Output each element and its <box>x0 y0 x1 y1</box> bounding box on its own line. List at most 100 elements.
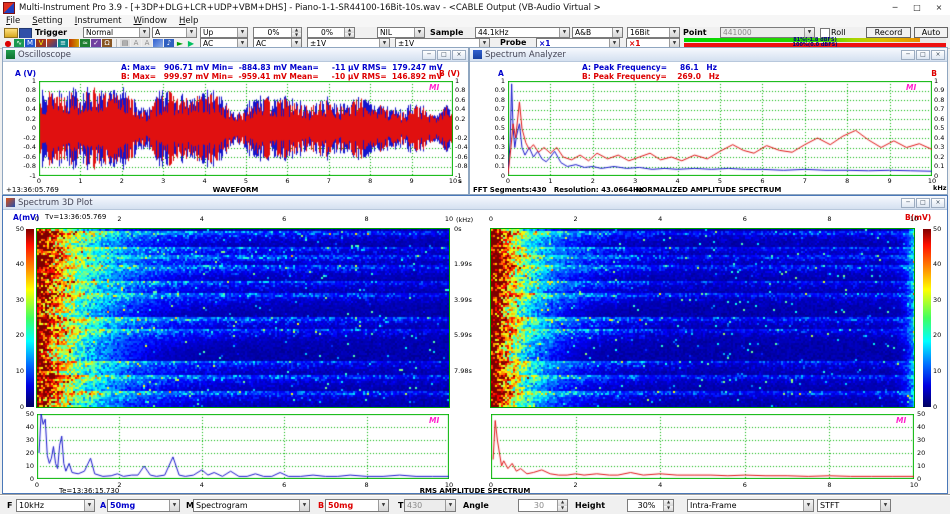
panel-close-icon[interactable]: × <box>452 50 466 60</box>
maximize-icon[interactable]: □ <box>906 1 928 15</box>
chevron-down-icon: ▼ <box>414 28 424 37</box>
chevron-down-icon: ▼ <box>291 39 301 47</box>
traces-label: T <box>398 500 403 512</box>
chevron-down-icon: ▼ <box>803 500 813 511</box>
trigger-hpf-select[interactable]: NIL▼ <box>377 27 425 38</box>
x-unit-label: s <box>458 178 462 185</box>
trigger-mode-select[interactable]: Normal▼ <box>83 27 150 38</box>
panel-maximize-icon[interactable]: □ <box>916 50 930 60</box>
sample-rate-select[interactable]: 44.1kHz▼ <box>475 27 570 38</box>
spectrum-analyzer-title-bar[interactable]: Spectrum Analyzer ─ □ × <box>470 48 947 62</box>
tick-label: 5 <box>244 178 248 185</box>
rms-axis-label: RMS AMPLITUDE SPECTRUM <box>3 487 947 495</box>
menu-item-help[interactable]: Help <box>173 15 204 27</box>
point-label: Point <box>683 27 707 38</box>
open-file-icon[interactable] <box>4 28 18 38</box>
tick-label: 0.7 <box>495 106 505 113</box>
rms-spectrum-b[interactable] <box>491 414 914 479</box>
trigger-source-select[interactable]: A▼ <box>152 27 197 38</box>
chevron-down-icon: ▼ <box>559 28 569 37</box>
mi-logo: MI <box>906 83 916 92</box>
tick-label: 0.6 <box>495 116 505 123</box>
tick-label: 0s <box>454 226 462 233</box>
tick-label: 0 <box>30 476 34 483</box>
record-button[interactable]: Record <box>866 27 911 38</box>
tick-label: 8 <box>365 216 369 223</box>
trigger-level-stepper[interactable]: 0%▲▼ <box>253 27 302 38</box>
oscilloscope-plot[interactable] <box>39 81 453 176</box>
oscilloscope-panel: Oscilloscope ─ □ × A: Max= 906.71 mV Min… <box>2 47 469 195</box>
tick-label: 40 <box>933 261 941 268</box>
panel-minimize-icon[interactable]: ─ <box>901 198 915 208</box>
chevron-down-icon: ▼ <box>237 28 247 37</box>
tick-label: 8 <box>368 178 372 185</box>
spectrum-3d-panel: Spectrum 3D Plot ─ □ × A(mV) Tv=13:36:05… <box>2 195 948 494</box>
tick-label: 0.8 <box>934 97 944 104</box>
tick-label: 40 <box>26 424 34 431</box>
panel-minimize-icon[interactable]: ─ <box>422 50 436 60</box>
spectrogram-b[interactable] <box>491 229 914 407</box>
tick-label: 20 <box>16 332 24 339</box>
tick-label: -0.6 <box>23 154 36 161</box>
frame-mode-select[interactable]: Intra-Frame▼ <box>687 499 814 512</box>
tick-label: 1 <box>78 178 82 185</box>
menu-item-window[interactable]: Window <box>127 15 173 27</box>
transform-select[interactable]: STFT▼ <box>817 499 891 512</box>
sampling-channels-select[interactable]: A&B▼ <box>572 27 623 38</box>
oscilloscope-title-bar[interactable]: Oscilloscope ─ □ × <box>3 48 468 62</box>
auto-button[interactable]: Auto <box>914 27 948 38</box>
chevron-down-icon: ▼ <box>378 500 388 511</box>
tick-label: 50 <box>933 226 941 233</box>
chevron-down-icon: ▼ <box>445 500 455 511</box>
close-icon[interactable]: × <box>928 1 950 15</box>
oscilloscope-icon <box>6 50 15 59</box>
menu-item-file[interactable]: File <box>0 15 26 27</box>
panel-minimize-icon[interactable]: ─ <box>901 50 915 60</box>
freq-range-select[interactable]: 10kHz▼ <box>16 499 95 512</box>
tick-label: 0.4 <box>495 135 505 142</box>
height-stepper[interactable]: 30%▲▼ <box>627 499 674 512</box>
spectrogram-a[interactable] <box>37 229 449 407</box>
range-b-label: B <box>318 500 324 512</box>
tick-label: 50 <box>16 226 24 233</box>
chevron-down-icon: ▼ <box>299 500 309 511</box>
spectrum-analyzer-panel: Spectrum Analyzer ─ □ × A: Peak Frequenc… <box>469 47 948 195</box>
chevron-down-icon: ▼ <box>169 500 179 511</box>
tick-label: 1 <box>455 78 459 85</box>
rms-spectrum-a[interactable] <box>37 414 449 479</box>
sample-label: Sample <box>430 27 463 38</box>
tick-label: 6 <box>760 178 764 185</box>
spectrum-3d-title-bar[interactable]: Spectrum 3D Plot ─ □ × <box>3 196 947 210</box>
tick-label: -0.4 <box>455 144 468 151</box>
tick-label: 30 <box>917 437 925 444</box>
chevron-down-icon: ▼ <box>669 39 679 47</box>
tick-label: 0.2 <box>934 154 944 161</box>
tick-label: 0 <box>933 404 937 411</box>
trigger-label: Trigger <box>35 27 67 38</box>
tick-label: 10 <box>26 463 34 470</box>
bit-depth-select[interactable]: 16Bit▼ <box>627 27 680 38</box>
tick-label: -0.8 <box>23 163 36 170</box>
tick-label: 0.6 <box>934 116 944 123</box>
panel-close-icon[interactable]: × <box>931 50 945 60</box>
panel-close-icon[interactable]: × <box>931 198 945 208</box>
chevron-down-icon: ▼ <box>612 28 622 37</box>
spectrum-plot[interactable] <box>508 81 932 176</box>
panel-maximize-icon[interactable]: □ <box>916 198 930 208</box>
trigger-delay-stepper[interactable]: 0%▲▼ <box>307 27 355 38</box>
amplitude-b-select[interactable]: 50mg▼ <box>325 499 389 512</box>
trigger-edge-select[interactable]: Up▼ <box>200 27 248 38</box>
menu-item-instrument[interactable]: Instrument <box>69 15 128 27</box>
amplitude-a-select[interactable]: 50mg▼ <box>107 499 180 512</box>
chevron-down-icon: ▼ <box>609 39 619 47</box>
panel-maximize-icon[interactable]: □ <box>437 50 451 60</box>
oscilloscope-y-axis-right: 10.80.60.40.20-0.2-0.4-0.6-0.8-1 <box>455 81 469 176</box>
tick-label: 0.5 <box>495 125 505 132</box>
plot-mode-select[interactable]: Spectrogram▼ <box>193 499 310 512</box>
spectrogram-time-axis: 0s1.99s3.99s5.99s7.98s <box>454 229 484 407</box>
chevron-down-icon: ▼ <box>669 28 679 37</box>
minimize-icon[interactable]: ─ <box>884 1 906 15</box>
oscilloscope-axis-label: WAVEFORM <box>3 186 468 194</box>
tick-label: 50 <box>917 411 925 418</box>
menu-item-setting[interactable]: Setting <box>26 15 68 27</box>
